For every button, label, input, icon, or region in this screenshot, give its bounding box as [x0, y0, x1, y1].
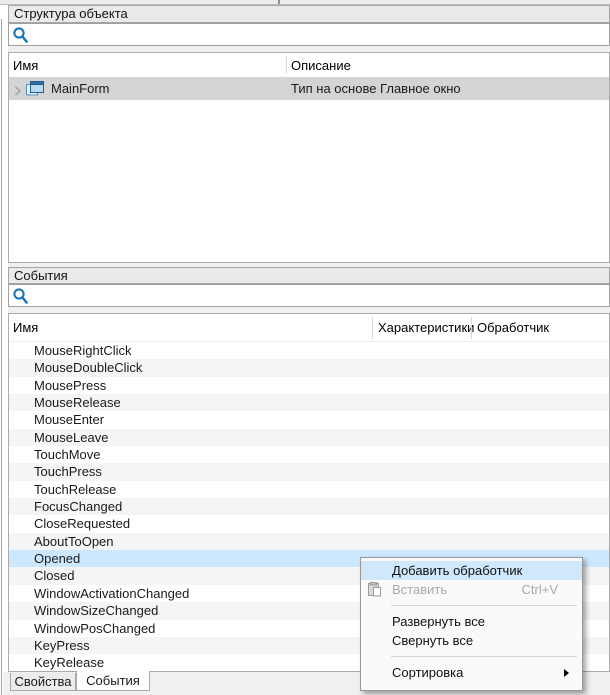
menu-item[interactable]: Свернуть все	[361, 631, 582, 650]
menu-separator	[391, 605, 577, 606]
left-splitter-line	[1, 19, 2, 695]
object-description: Тип на основе Главное окно	[291, 81, 461, 96]
structure-search-box[interactable]	[8, 23, 610, 46]
column-divider[interactable]	[286, 56, 287, 74]
paste-icon	[367, 582, 382, 602]
column-header-name[interactable]: Имя	[13, 314, 38, 341]
event-name: FocusChanged	[34, 499, 122, 514]
column-header-characteristics[interactable]: Характеристики	[378, 314, 474, 341]
menu-item[interactable]: Добавить обработчик	[361, 561, 582, 580]
search-icon	[12, 287, 29, 308]
menu-item-label: Добавить обработчик	[392, 563, 522, 578]
structure-panel-title: Структура объекта	[8, 5, 610, 23]
event-name: CloseRequested	[34, 516, 130, 531]
event-name: TouchPress	[34, 464, 102, 479]
menu-item[interactable]: Вставить Ctrl+V	[361, 580, 582, 599]
event-row[interactable]: MouseEnter	[9, 411, 609, 428]
event-row[interactable]: MouseRelease	[9, 394, 609, 411]
event-name: MousePress	[34, 378, 106, 393]
column-header-name[interactable]: Имя	[13, 53, 38, 77]
event-name: KeyPress	[34, 638, 90, 653]
event-name: MouseRelease	[34, 395, 121, 410]
menu-separator	[391, 656, 577, 657]
column-divider[interactable]	[471, 317, 472, 339]
event-name: MouseEnter	[34, 412, 104, 427]
structure-search-input[interactable]	[31, 25, 605, 46]
search-icon	[12, 26, 29, 47]
event-name: TouchRelease	[34, 482, 116, 497]
form-icon	[26, 81, 44, 99]
event-name: Closed	[34, 568, 74, 583]
events-search-box[interactable]	[8, 284, 610, 307]
event-row[interactable]: MouseLeave	[9, 429, 609, 446]
event-name: MouseDoubleClick	[34, 360, 142, 375]
event-row[interactable]: MouseRightClick	[9, 342, 609, 359]
event-row[interactable]: MouseDoubleClick	[9, 359, 609, 376]
menu-item[interactable]: Развернуть все	[361, 612, 582, 631]
event-row[interactable]: TouchMove	[9, 446, 609, 463]
event-name: WindowActivationChanged	[34, 586, 189, 601]
structure-table: Имя Описание MainForm Тип на основе Глав…	[8, 52, 610, 263]
event-row[interactable]: MousePress	[9, 377, 609, 394]
context-menu: Добавить обработчик Вставить Ctrl+V Разверн…	[360, 557, 583, 691]
event-name: MouseLeave	[34, 430, 108, 445]
tab-properties[interactable]: Свойства	[10, 673, 76, 691]
menu-item-shortcut: Ctrl+V	[522, 580, 558, 599]
submenu-arrow-icon	[564, 669, 569, 677]
event-name: WindowPosChanged	[34, 621, 155, 636]
event-row[interactable]: CloseRequested	[9, 515, 609, 532]
column-divider[interactable]	[372, 317, 373, 339]
event-row[interactable]: TouchPress	[9, 463, 609, 480]
event-row[interactable]: FocusChanged	[9, 498, 609, 515]
structure-row-mainform[interactable]: MainForm Тип на основе Главное окно	[9, 77, 609, 100]
menu-item-label: Свернуть все	[392, 633, 473, 648]
structure-table-header: Имя Описание	[9, 53, 609, 77]
event-name: TouchMove	[34, 447, 100, 462]
events-table-header: Имя Характеристики Обработчик	[9, 314, 609, 342]
expand-chevron-icon[interactable]	[14, 84, 22, 99]
event-row[interactable]: AboutToOpen	[9, 533, 609, 550]
events-panel-title: События	[8, 267, 610, 284]
event-name: AboutToOpen	[34, 534, 114, 549]
event-name: Opened	[34, 551, 80, 566]
properties-pane: Структура объекта Имя Описание	[0, 0, 610, 695]
menu-item-label: Вставить	[392, 582, 447, 597]
column-header-description[interactable]: Описание	[291, 53, 351, 77]
menu-item-label: Сортировка	[392, 665, 463, 680]
object-name: MainForm	[51, 81, 110, 96]
menu-item-label: Развернуть все	[392, 614, 485, 629]
event-name: WindowSizeChanged	[34, 603, 158, 618]
event-name: MouseRightClick	[34, 343, 132, 358]
menu-item[interactable]: Сортировка	[361, 663, 582, 682]
event-name: KeyRelease	[34, 655, 104, 670]
event-row[interactable]: TouchRelease	[9, 481, 609, 498]
column-header-handler[interactable]: Обработчик	[477, 314, 549, 341]
events-search-input[interactable]	[31, 286, 605, 307]
splitter-tick	[278, 0, 280, 4]
tab-events[interactable]: События	[76, 671, 150, 691]
